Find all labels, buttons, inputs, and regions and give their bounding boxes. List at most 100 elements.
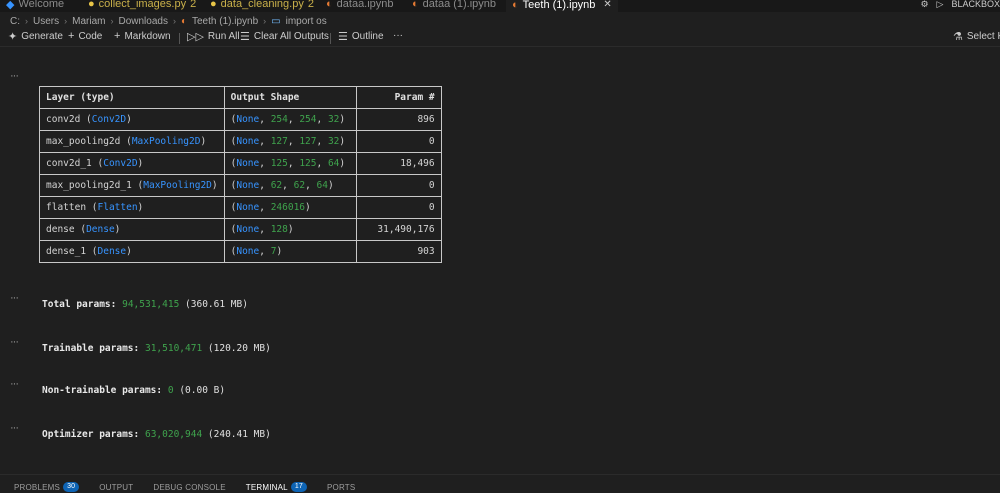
select-kernel-button[interactable]: ⚗ Select Ke bbox=[953, 30, 1000, 43]
problems-label: PROBLEMS bbox=[14, 482, 61, 492]
output-collapse-toggle[interactable]: ··· bbox=[10, 292, 19, 304]
optimizer-params-line: Optimizer params: 63,020,944 (240.41 MB) bbox=[42, 429, 271, 440]
more-icon: ··· bbox=[393, 30, 403, 41]
shape-dim: 127 bbox=[270, 136, 288, 147]
play-icon[interactable]: ▷ bbox=[937, 0, 944, 10]
gear-icon[interactable]: ⚙ bbox=[920, 0, 928, 10]
breadcrumb-mariam[interactable]: Mariam bbox=[72, 16, 105, 27]
batch-dim: None bbox=[236, 202, 260, 213]
output-collapse-toggle[interactable]: ··· bbox=[10, 378, 19, 390]
panel-divider bbox=[0, 474, 1000, 475]
breadcrumb-file[interactable]: Teeth (1).ipynb bbox=[192, 16, 258, 27]
layer-type: Conv2D bbox=[103, 158, 138, 169]
layer-type: Conv2D bbox=[91, 114, 127, 125]
tab-terminal[interactable]: TERMINAL 17 bbox=[246, 482, 307, 492]
output-collapse-toggle[interactable]: ··· bbox=[10, 422, 19, 434]
output-collapse-toggle[interactable]: ··· bbox=[10, 336, 19, 348]
tab-label: Welcome bbox=[18, 0, 65, 10]
table-row: max_pooling2d (MaxPooling2D) (None, 127, … bbox=[39, 130, 442, 153]
optimizer-params-label: Optimizer params: bbox=[42, 429, 140, 440]
total-params-line: Total params: 94,531,415 (360.61 MB) bbox=[42, 299, 248, 310]
breadcrumb-cell[interactable]: import os bbox=[286, 16, 327, 27]
plus-icon: + bbox=[114, 30, 121, 42]
param-count-cell: 903 bbox=[355, 240, 442, 263]
output-shape-cell: (None, 254, 254, 32) bbox=[223, 108, 357, 131]
total-params-label: Total params: bbox=[42, 299, 117, 310]
column-header-params: Param # bbox=[355, 86, 442, 109]
non-trainable-params-value: 0 bbox=[167, 385, 174, 396]
tab-label: Teeth (1).ipynb bbox=[522, 0, 596, 11]
breadcrumb-downloads[interactable]: Downloads bbox=[118, 16, 167, 27]
close-icon[interactable]: ✕ bbox=[603, 0, 611, 10]
vscode-logo-icon: ◆ bbox=[6, 0, 15, 11]
clear-all-outputs-button[interactable]: ☰ Clear All Outputs bbox=[240, 30, 329, 43]
jupyter-file-icon: ◐ bbox=[326, 0, 333, 10]
tab-teeth[interactable]: ◐ Teeth (1).ipynb ✕ bbox=[506, 0, 618, 12]
tab-dataa[interactable]: ◐ dataa.ipynb bbox=[326, 0, 394, 12]
shape-dim: 64 bbox=[327, 158, 340, 169]
run-all-button[interactable]: ▷▷ Run All bbox=[187, 30, 240, 43]
output-shape-cell: (None, 125, 125, 64) bbox=[223, 152, 357, 175]
batch-dim: None bbox=[236, 158, 260, 169]
add-markdown-button[interactable]: + Markdown bbox=[114, 30, 171, 42]
tab-debug-console[interactable]: DEBUG CONSOLE bbox=[153, 483, 225, 492]
tab-output[interactable]: OUTPUT bbox=[99, 483, 133, 492]
flask-icon: ⚗ bbox=[953, 31, 963, 43]
model-summary-table: Layer (type) Output Shape Param # conv2d… bbox=[39, 86, 442, 263]
tab-problem-count: 2 bbox=[307, 0, 314, 10]
shape-dim: 125 bbox=[270, 158, 288, 169]
table-row: flatten (Flatten) (None, 246016) 0 bbox=[39, 196, 442, 219]
trainable-params-label: Trainable params: bbox=[42, 343, 140, 354]
total-params-size: (360.61 MB) bbox=[185, 299, 248, 310]
tab-ports[interactable]: PORTS bbox=[327, 483, 355, 492]
layer-cell: max_pooling2d (MaxPooling2D) bbox=[39, 130, 225, 153]
extension-label[interactable]: BLACKBOX bbox=[951, 0, 1000, 9]
tab-label: dataa (1).ipynb bbox=[422, 0, 497, 10]
param-count-cell: 0 bbox=[355, 196, 442, 219]
layer-name: dense bbox=[46, 224, 75, 235]
output-shape-cell: (None, 246016) bbox=[223, 196, 357, 219]
tab-data-cleaning[interactable]: ● data_cleaning.py 2 bbox=[210, 0, 314, 12]
batch-dim: None bbox=[236, 224, 260, 235]
breadcrumb-users[interactable]: Users bbox=[33, 16, 59, 27]
chevron-right-icon: › bbox=[172, 16, 176, 26]
tab-problems[interactable]: PROBLEMS 30 bbox=[14, 482, 80, 492]
tab-problem-count: 2 bbox=[190, 0, 197, 10]
trainable-params-value: 31,510,471 bbox=[144, 343, 203, 354]
shape-dim: 254 bbox=[270, 114, 288, 125]
tab-label: dataa.ipynb bbox=[336, 0, 394, 10]
output-collapse-toggle[interactable]: ··· bbox=[10, 70, 19, 82]
tab-dataa-1[interactable]: ◐ dataa (1).ipynb bbox=[412, 0, 496, 12]
add-code-button[interactable]: + Code bbox=[68, 30, 102, 42]
table-row: dense_1 (Dense) (None, 7) 903 bbox=[39, 240, 442, 263]
table-row: conv2d (Conv2D) (None, 254, 254, 32) 896 bbox=[39, 108, 442, 131]
shape-dim: 32 bbox=[327, 114, 340, 125]
generate-button[interactable]: ✦ Generate bbox=[8, 30, 63, 43]
output-shape-cell: (None, 7) bbox=[223, 240, 357, 263]
shape-dim: 64 bbox=[316, 180, 328, 191]
more-actions-button[interactable]: ··· bbox=[393, 30, 403, 41]
sparkle-icon: ✦ bbox=[8, 31, 18, 43]
non-trainable-params-label: Non-trainable params: bbox=[42, 385, 163, 396]
tab-welcome[interactable]: ◆ Welcome bbox=[6, 0, 64, 12]
table-row: max_pooling2d_1 (MaxPooling2D) (None, 62,… bbox=[39, 174, 442, 197]
non-trainable-params-size: (0.00 B) bbox=[179, 385, 226, 396]
shape-dim: 128 bbox=[270, 224, 288, 235]
param-count-cell: 0 bbox=[355, 174, 442, 197]
chevron-right-icon: › bbox=[64, 16, 68, 26]
toolbar-divider bbox=[179, 33, 180, 44]
shape-dim: 62 bbox=[293, 180, 306, 191]
tab-collect-images[interactable]: ● collect_images.py 2 bbox=[88, 0, 196, 12]
param-count-cell: 896 bbox=[355, 108, 442, 131]
jupyter-file-icon: ◐ bbox=[180, 15, 187, 27]
panel-tab-bar: PROBLEMS 30 OUTPUT DEBUG CONSOLE TERMINA… bbox=[14, 481, 375, 493]
editor-tab-bar: ◆ Welcome ● collect_images.py 2 ● data_c… bbox=[0, 0, 1000, 12]
batch-dim: None bbox=[236, 180, 260, 191]
outline-button[interactable]: ☰ Outline bbox=[338, 30, 384, 43]
output-shape-cell: (None, 128) bbox=[223, 218, 357, 241]
run-all-icon: ▷▷ bbox=[187, 31, 204, 43]
table-row: dense (Dense) (None, 128) 31,490,176 bbox=[39, 218, 442, 241]
table-header-row: Layer (type) Output Shape Param # bbox=[39, 86, 442, 109]
breadcrumb-drive[interactable]: C: bbox=[10, 16, 20, 27]
chevron-right-icon: › bbox=[110, 16, 114, 26]
